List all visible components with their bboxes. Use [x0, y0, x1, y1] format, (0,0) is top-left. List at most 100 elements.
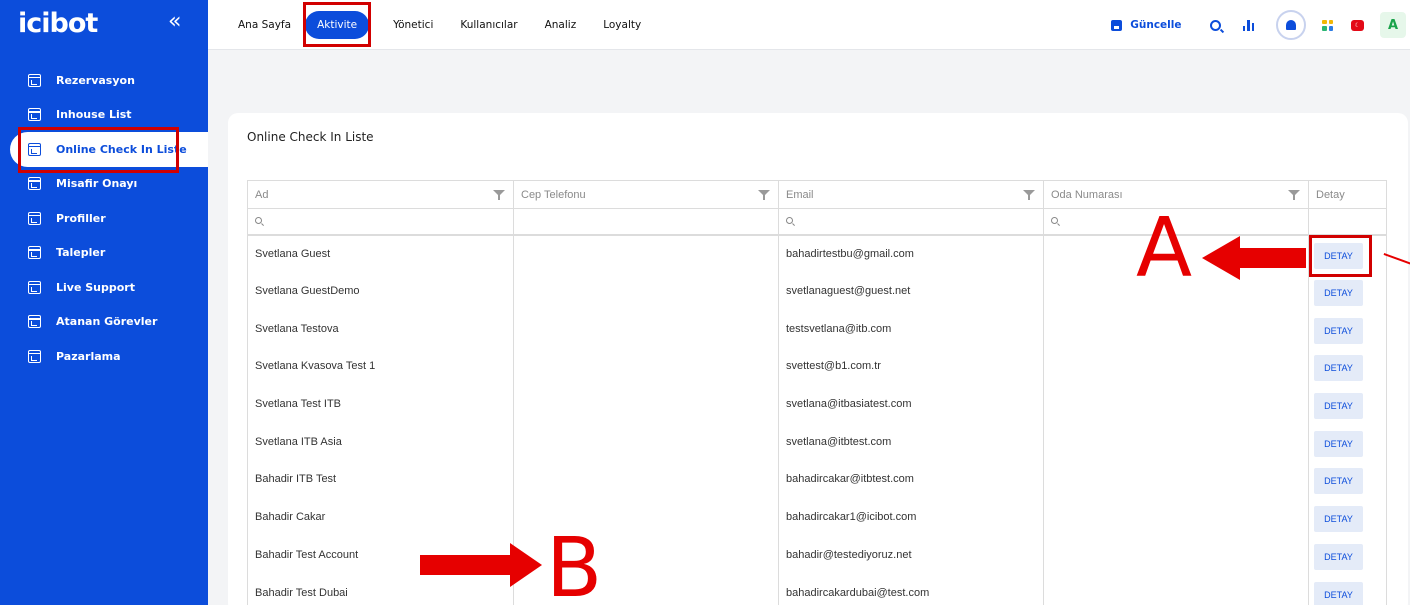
detay-button[interactable]: DETAY — [1314, 280, 1363, 307]
filter-icon[interactable] — [1023, 190, 1035, 200]
calendar-icon — [28, 315, 41, 329]
double-chevron-left-icon[interactable]: « — [168, 9, 181, 34]
detay-button[interactable]: DETAY — [1314, 506, 1363, 533]
sidebar-item-atanan-gorevler[interactable]: Atanan Görevler — [0, 305, 208, 340]
cell-email: testsvetlana@itb.com — [778, 309, 1044, 348]
nav-yonetici[interactable]: Yönetici — [393, 19, 433, 31]
table-row: Svetlana Kvasova Test 1 svettest@b1.com.t… — [247, 347, 1387, 386]
column-header-cep-telefonu[interactable]: Cep Telefonu — [513, 180, 779, 209]
cell-cep-telefonu — [513, 385, 779, 423]
column-label: Cep Telefonu — [521, 188, 586, 201]
sidebar-item-talepler[interactable]: Talepler — [0, 236, 208, 271]
guncelle-button[interactable]: Güncelle — [1111, 19, 1182, 31]
sidebar-item-online-check-in-liste[interactable]: Online Check In Liste — [10, 132, 208, 167]
online-check-in-card: Online Check In Liste Ad Cep Telefonu Em… — [228, 113, 1408, 605]
calendar-icon — [28, 108, 41, 122]
cell-ad: Svetlana GuestDemo — [247, 272, 514, 310]
annotation-arrow-a — [1202, 236, 1306, 280]
cell-cep-telefonu — [513, 460, 779, 499]
cell-email: bahadirtestbu@gmail.com — [778, 233, 1044, 273]
sidebar-item-label: Rezervasyon — [56, 73, 135, 87]
annotation-letter-b: B — [546, 521, 603, 605]
column-header-email[interactable]: Email — [778, 180, 1044, 209]
sidebar-item-inhouse-list[interactable]: Inhouse List — [0, 98, 208, 133]
cell-oda-numarasi — [1043, 573, 1309, 605]
table-row: Bahadir Test Account bahadir@testediyoruz… — [247, 536, 1387, 574]
nav-loyalty[interactable]: Loyalty — [603, 19, 641, 31]
column-label: Email — [786, 188, 814, 201]
cell-email: svetlana@itbtest.com — [778, 422, 1044, 461]
sidebar-item-label: Misafir Onayı — [56, 177, 138, 191]
sidebar-item-label: Pazarlama — [56, 349, 121, 363]
detay-button[interactable]: DETAY — [1314, 430, 1363, 457]
cell-detay: DETAY — [1308, 272, 1387, 310]
nav-kullanicilar[interactable]: Kullanıcılar — [460, 19, 517, 31]
icibot-logo[interactable]: icibot — [18, 8, 98, 39]
search-input-ad[interactable] — [247, 208, 514, 235]
sidebar-item-profiller[interactable]: Profiller — [0, 201, 208, 236]
sidebar-item-label: Inhouse List — [56, 108, 132, 122]
detay-button[interactable]: DETAY — [1314, 393, 1363, 420]
column-header-ad[interactable]: Ad — [247, 180, 514, 209]
cell-detay: DETAY — [1308, 498, 1387, 536]
sidebar-item-label: Live Support — [56, 280, 135, 294]
cell-ad: Svetlana Kvasova Test 1 — [247, 347, 514, 386]
cell-oda-numarasi — [1043, 498, 1309, 536]
cell-detay: DETAY — [1308, 309, 1387, 348]
user-avatar[interactable]: A — [1380, 12, 1406, 38]
cell-oda-numarasi — [1043, 347, 1309, 386]
calendar-icon — [28, 142, 41, 156]
table-row: Svetlana Testova testsvetlana@itb.com DETA… — [247, 309, 1387, 348]
cell-oda-numarasi — [1043, 536, 1309, 574]
filter-icon[interactable] — [1288, 190, 1300, 200]
apps-grid-icon[interactable] — [1322, 19, 1333, 31]
highlight-box-detay — [1309, 235, 1372, 277]
cell-cep-telefonu — [513, 233, 779, 273]
detay-button[interactable]: DETAY — [1314, 543, 1363, 570]
calendar-icon — [28, 73, 41, 87]
cell-email: svetlanaguest@guest.net — [778, 272, 1044, 310]
notification-bell-button[interactable] — [1276, 10, 1306, 40]
detay-button[interactable]: DETAY — [1314, 468, 1363, 495]
top-bar: Ana Sayfa Aktivite Yönetici Kullanıcılar… — [208, 0, 1410, 50]
column-label: Oda Numarası — [1051, 188, 1123, 201]
cell-ad: Svetlana Guest — [247, 233, 514, 273]
filter-icon[interactable] — [493, 190, 505, 200]
search-input-cep-telefonu[interactable] — [513, 208, 779, 235]
cell-ad: Bahadir Test Dubai — [247, 573, 514, 605]
detay-button[interactable]: DETAY — [1314, 317, 1363, 344]
filter-icon[interactable] — [758, 190, 770, 200]
table-row: Bahadir Cakar bahadircakar1@icibot.com DET… — [247, 498, 1387, 536]
detay-button[interactable]: DETAY — [1314, 581, 1363, 605]
cell-email: bahadir@testediyoruz.net — [778, 536, 1044, 574]
sidebar-item-rezervasyon[interactable]: Rezervasyon — [0, 63, 208, 98]
calendar-icon — [28, 280, 41, 294]
detay-button[interactable]: DETAY — [1314, 355, 1363, 382]
sidebar-item-misafir-onayi[interactable]: Misafir Onayı — [0, 167, 208, 202]
cell-email: svettest@b1.com.tr — [778, 347, 1044, 386]
turkish-flag-icon[interactable]: ☾ — [1351, 19, 1364, 31]
cell-detay: DETAY — [1308, 573, 1387, 605]
cell-email: svetlana@itbasiatest.com — [778, 385, 1044, 423]
cell-ad: Svetlana Test ITB — [247, 385, 514, 423]
cell-oda-numarasi — [1043, 309, 1309, 348]
bell-icon — [1286, 20, 1296, 30]
search-icon — [255, 217, 262, 225]
cell-ad: Bahadir Cakar — [247, 498, 514, 536]
save-icon — [1111, 19, 1123, 31]
nav-ana-sayfa[interactable]: Ana Sayfa — [238, 19, 291, 31]
table-row: Bahadir ITB Test bahadircakar@itbtest.com… — [247, 460, 1387, 499]
sidebar-item-live-support[interactable]: Live Support — [0, 270, 208, 305]
sidebar-item-label: Talepler — [56, 246, 106, 260]
nav-analiz[interactable]: Analiz — [545, 19, 577, 31]
sidebar-item-pazarlama[interactable]: Pazarlama — [0, 339, 208, 374]
cell-ad: Svetlana Testova — [247, 309, 514, 348]
calendar-icon — [28, 177, 41, 191]
sidebar-item-label: Online Check In Liste — [56, 142, 187, 156]
chart-bars-icon[interactable] — [1242, 19, 1257, 31]
calendar-icon — [28, 349, 41, 363]
cell-detay: DETAY — [1308, 385, 1387, 423]
search-input-email[interactable] — [778, 208, 1044, 235]
annotation-letter-a: A — [1136, 201, 1193, 296]
search-icon[interactable] — [1209, 19, 1221, 31]
